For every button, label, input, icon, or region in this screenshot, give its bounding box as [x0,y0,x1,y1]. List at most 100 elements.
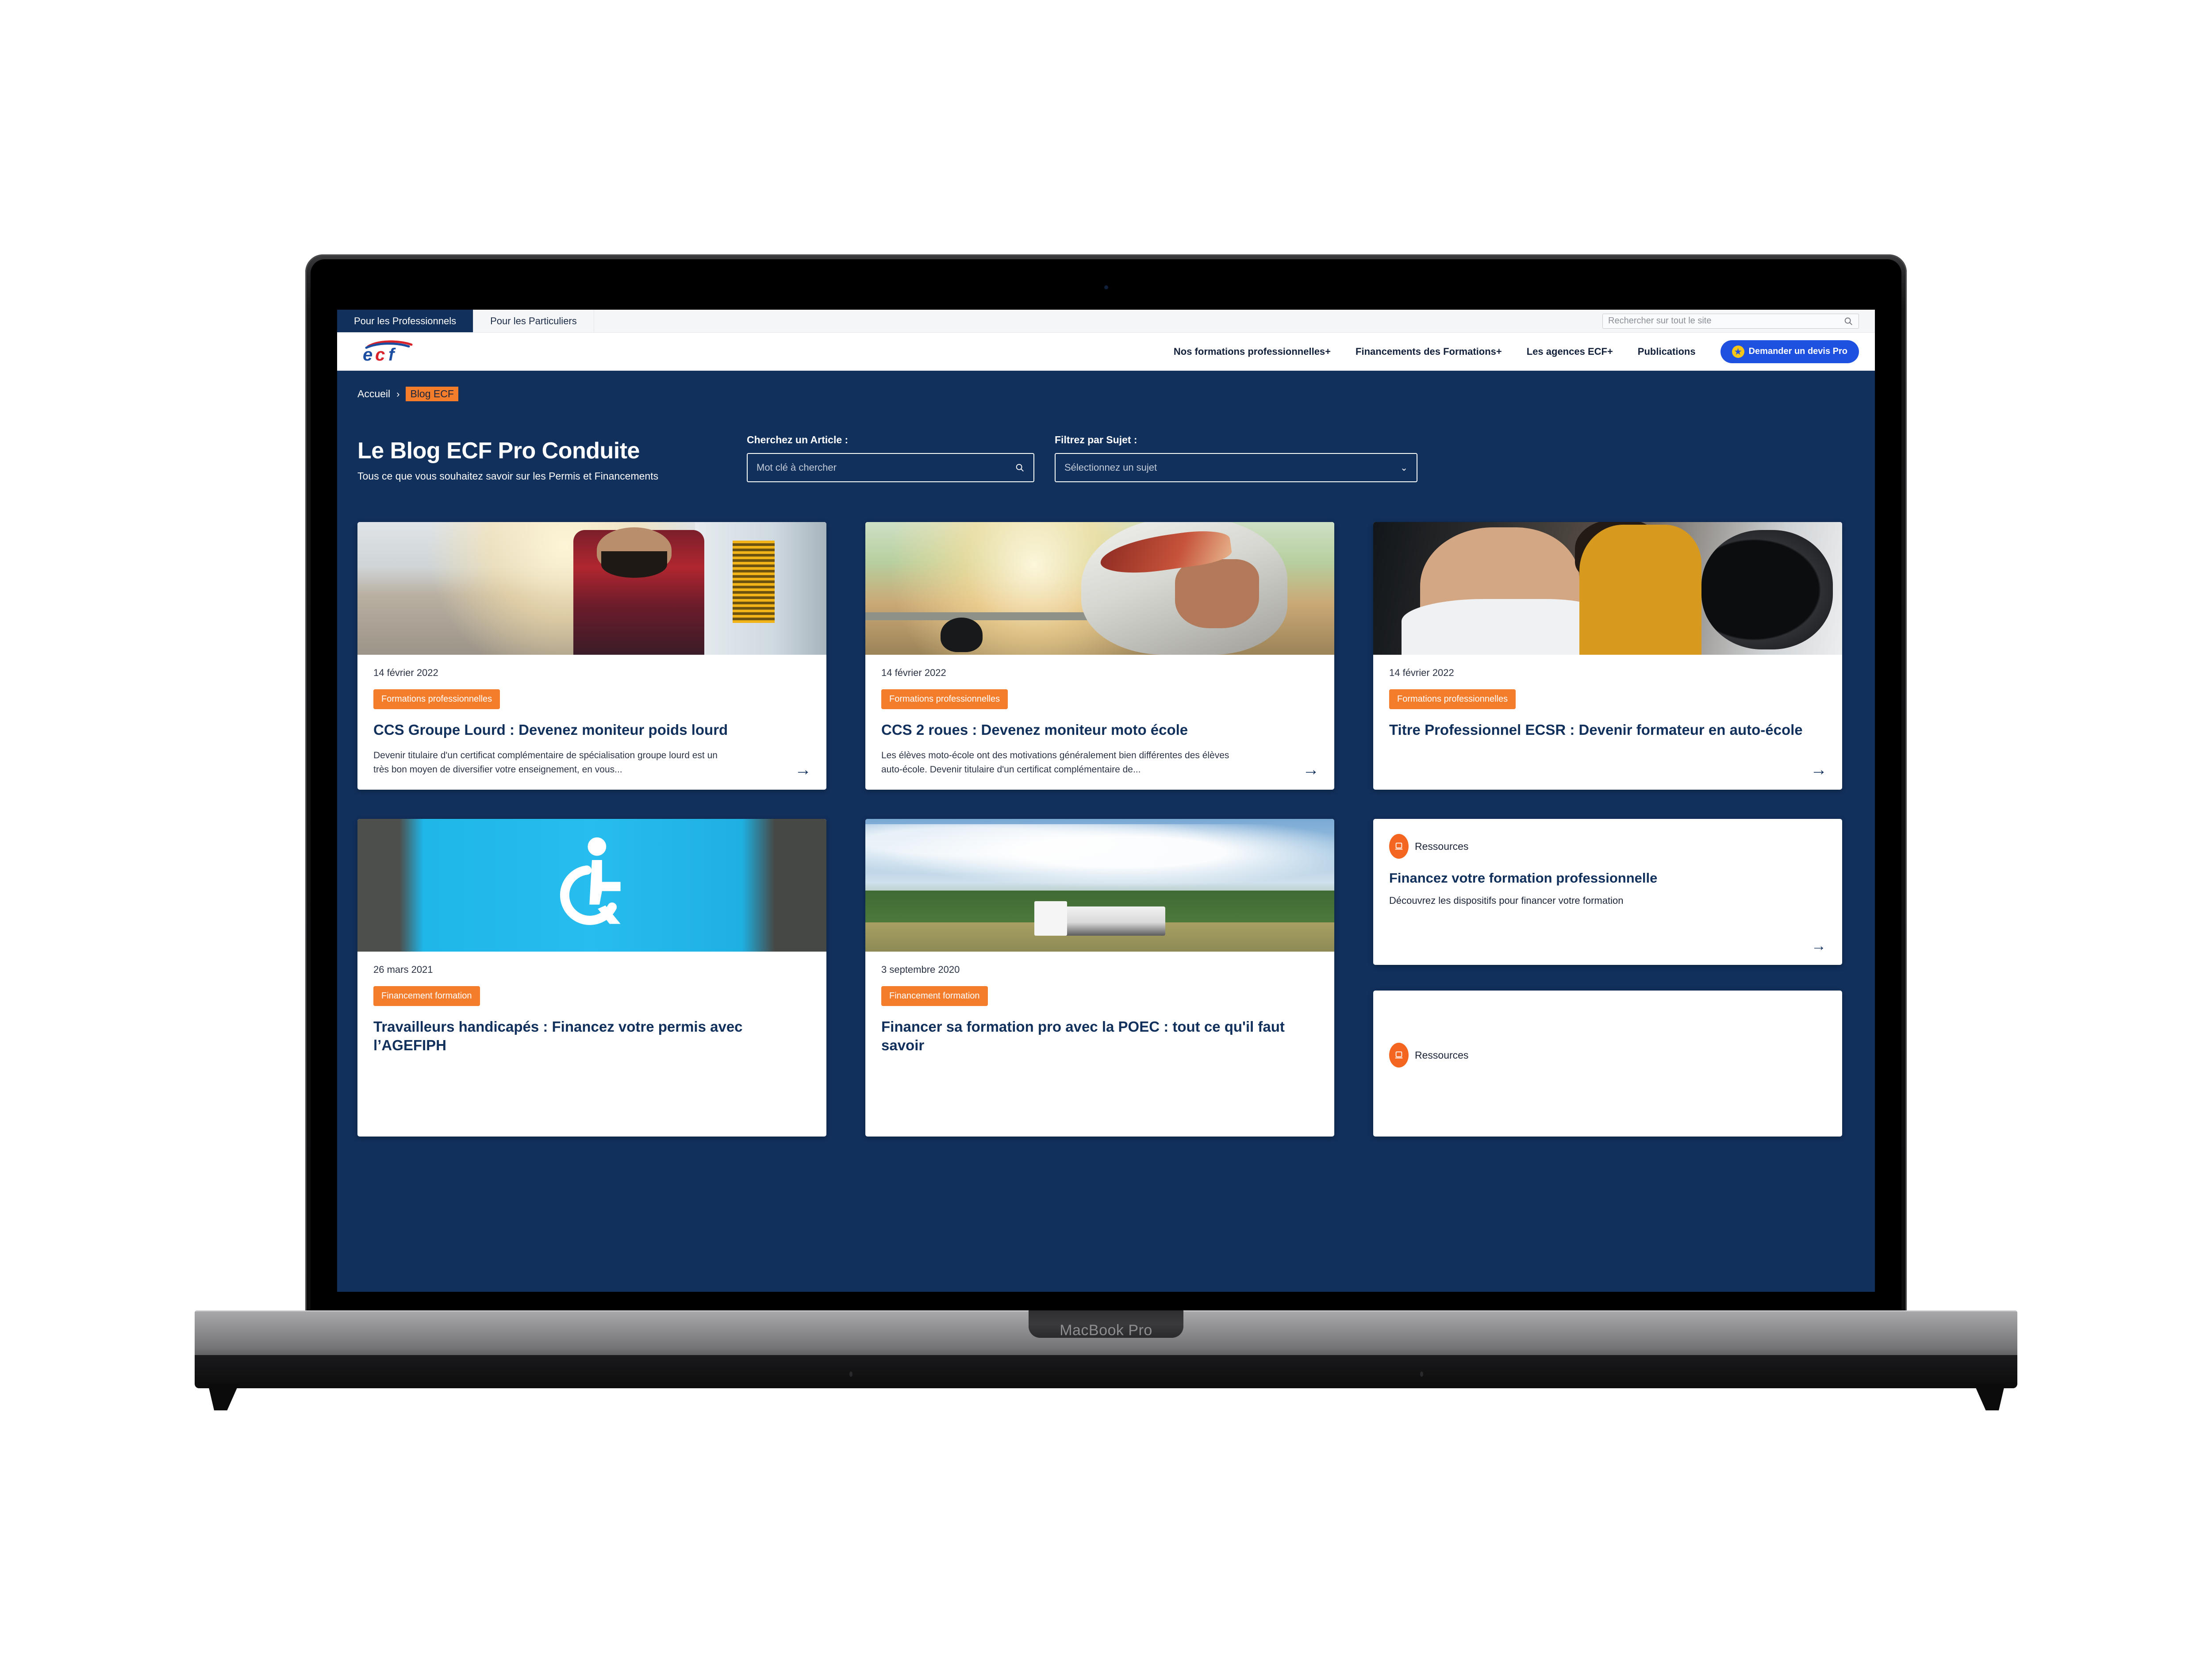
article-date: 3 septembre 2020 [881,964,960,975]
search-icon[interactable] [1843,316,1853,326]
tab-pour-les-professionnels[interactable]: Pour les Professionnels [337,310,474,332]
driving-lesson-photo [1373,522,1842,655]
arrow-right-icon[interactable]: → [1302,761,1319,778]
expand-plus-icon: + [1325,346,1331,357]
nav-item-formations[interactable]: Nos formations professionnelles+ [1174,346,1331,357]
nav-item-agences[interactable]: Les agences ECF+ [1527,346,1613,357]
webcam-icon [1104,285,1108,289]
laptop-icon [1389,1043,1409,1068]
device-label: MacBook Pro [1060,1322,1152,1339]
article-date: 14 février 2022 [1389,667,1454,678]
breadcrumb-home[interactable]: Accueil [357,388,390,400]
tab-label: Pour les Particuliers [490,315,577,326]
article-card-body: 14 février 2022 Formations professionnel… [1373,655,1842,790]
base-screw-left [849,1371,853,1377]
site-search-placeholder: Rechercher sur tout le site [1608,316,1712,326]
category-tag[interactable]: Financement formation [373,986,480,1006]
arrow-right-icon[interactable]: → [1810,761,1827,778]
resource-card-header: Ressources [1389,834,1826,859]
page-subtitle: Tous ce que vous souhaitez savoir sur le… [357,470,659,482]
truck-driver-photo [357,522,826,655]
browser-viewport: Pour les Professionnels Pour les Particu… [337,310,1875,1292]
chevron-down-icon[interactable]: ⌄ [1400,462,1408,473]
laptop-foot-left [208,1384,239,1410]
resource-card[interactable]: Ressources Financez votre formation prof… [1373,819,1842,965]
article-title[interactable]: CCS 2 roues : Devenez moniteur moto écol… [881,721,1318,739]
resource-card-header: Ressources [1389,1043,1826,1068]
article-card[interactable]: 14 février 2022 Formations professionnel… [357,522,826,790]
main-navigation: e c f Nos formations professionnelles+ F… [337,333,1875,371]
site-search-box[interactable]: Rechercher sur tout le site [1602,313,1859,329]
article-search-group: Cherchez un Article : Mot clé à chercher [747,434,1034,482]
expand-plus-icon: + [1496,346,1502,357]
nav-item-label: Nos formations professionnelles [1173,346,1325,357]
demander-devis-pro-button[interactable]: ★ Demander un devis Pro [1720,340,1859,363]
nav-item-label: Financements des Formations [1356,346,1496,357]
wheelchair-parking-photo [357,819,826,952]
resource-title[interactable]: Financez votre formation professionnelle [1389,870,1826,886]
subject-filter-label: Filtrez par Sujet : [1055,434,1137,445]
star-icon: ★ [1732,345,1744,358]
expand-plus-icon: + [1607,346,1613,357]
article-card-body: 26 mars 2021 Financement formation Trava… [357,952,826,1137]
svg-text:f: f [388,345,396,364]
ecf-logo[interactable]: e c f [356,339,422,365]
tab-pour-les-particuliers[interactable]: Pour les Particuliers [473,310,594,332]
laptop-base [195,1355,2017,1388]
article-card-body: 3 septembre 2020 Financement formation F… [865,952,1334,1137]
article-card[interactable]: 3 septembre 2020 Financement formation F… [865,819,1334,1137]
laptop-icon [1389,834,1409,859]
article-date: 26 mars 2021 [373,964,433,975]
arrow-right-icon[interactable]: → [795,761,811,778]
article-title[interactable]: Titre Professionnel ECSR : Devenir forma… [1389,721,1826,739]
subject-filter-value: Sélectionnez un sujet [1064,462,1157,473]
article-title[interactable]: CCS Groupe Lourd : Devenez moniteur poid… [373,721,810,739]
article-excerpt: Devenir titulaire d'un certificat complé… [373,750,718,775]
macbook-mockup: Pour les Professionnels Pour les Particu… [0,0,2212,1659]
article-card[interactable]: 26 mars 2021 Financement formation Trava… [357,819,826,1137]
blog-card-grid: 14 février 2022 Formations professionnel… [337,482,1875,1137]
article-date: 14 février 2022 [881,667,946,678]
hero-section: Le Blog ECF Pro Conduite Tous ce que vou… [337,401,1875,482]
article-date: 14 février 2022 [373,667,438,678]
utility-bar: Pour les Professionnels Pour les Particu… [337,310,1875,333]
chevron-right-icon: › [396,388,400,399]
category-tag[interactable]: Formations professionnelles [881,689,1008,709]
svg-text:c: c [375,345,385,364]
category-tag[interactable]: Financement formation [881,986,988,1006]
breadcrumb-current: Blog ECF [406,387,458,401]
arrow-right-icon[interactable]: → [1811,938,1826,953]
subject-filter-select[interactable]: Sélectionnez un sujet ⌄ [1055,453,1417,482]
svg-text:e: e [363,345,373,364]
article-card[interactable]: 14 février 2022 Formations professionnel… [865,522,1334,790]
nav-item-label: Les agences ECF [1526,346,1607,357]
tab-label: Pour les Professionnels [354,315,457,326]
page-body: Accueil › Blog ECF Le Blog ECF Pro Condu… [337,371,1875,1292]
resource-card[interactable]: Ressources [1373,991,1842,1137]
article-search-input[interactable]: Mot clé à chercher [747,453,1034,482]
article-card-body: 14 février 2022 Formations professionnel… [357,655,826,790]
subject-filter-group: Filtrez par Sujet : Sélectionnez un suje… [1055,434,1417,482]
laptop-foot-right [1974,1384,2005,1410]
nav-item-financements[interactable]: Financements des Formations+ [1356,346,1502,357]
base-screw-right [1420,1371,1423,1377]
search-icon[interactable] [1015,463,1025,472]
category-tag[interactable]: Formations professionnelles [373,689,500,709]
nav-item-publications[interactable]: Publications [1638,346,1696,357]
utility-spacer [594,310,1602,332]
breadcrumb: Accueil › Blog ECF [337,371,1875,401]
resource-label: Ressources [1415,840,1469,852]
article-title[interactable]: Financer sa formation pro avec la POEC :… [881,1018,1318,1054]
article-search-label: Cherchez un Article : [747,434,849,445]
tanker-truck-photo [865,819,1334,952]
article-search-placeholder: Mot clé à chercher [757,462,837,473]
nav-item-label: Publications [1637,346,1696,357]
article-excerpt: Les élèves moto-école ont des motivation… [881,750,1229,775]
article-card[interactable]: 14 février 2022 Formations professionnel… [1373,522,1842,790]
motorcyclist-photo [865,522,1334,655]
resource-subtitle: Découvrez les dispositifs pour financer … [1389,895,1624,906]
category-tag[interactable]: Formations professionnelles [1389,689,1516,709]
resource-label: Ressources [1415,1049,1469,1061]
page-title: Le Blog ECF Pro Conduite [357,438,640,464]
article-title[interactable]: Travailleurs handicapés : Financez votre… [373,1018,810,1054]
